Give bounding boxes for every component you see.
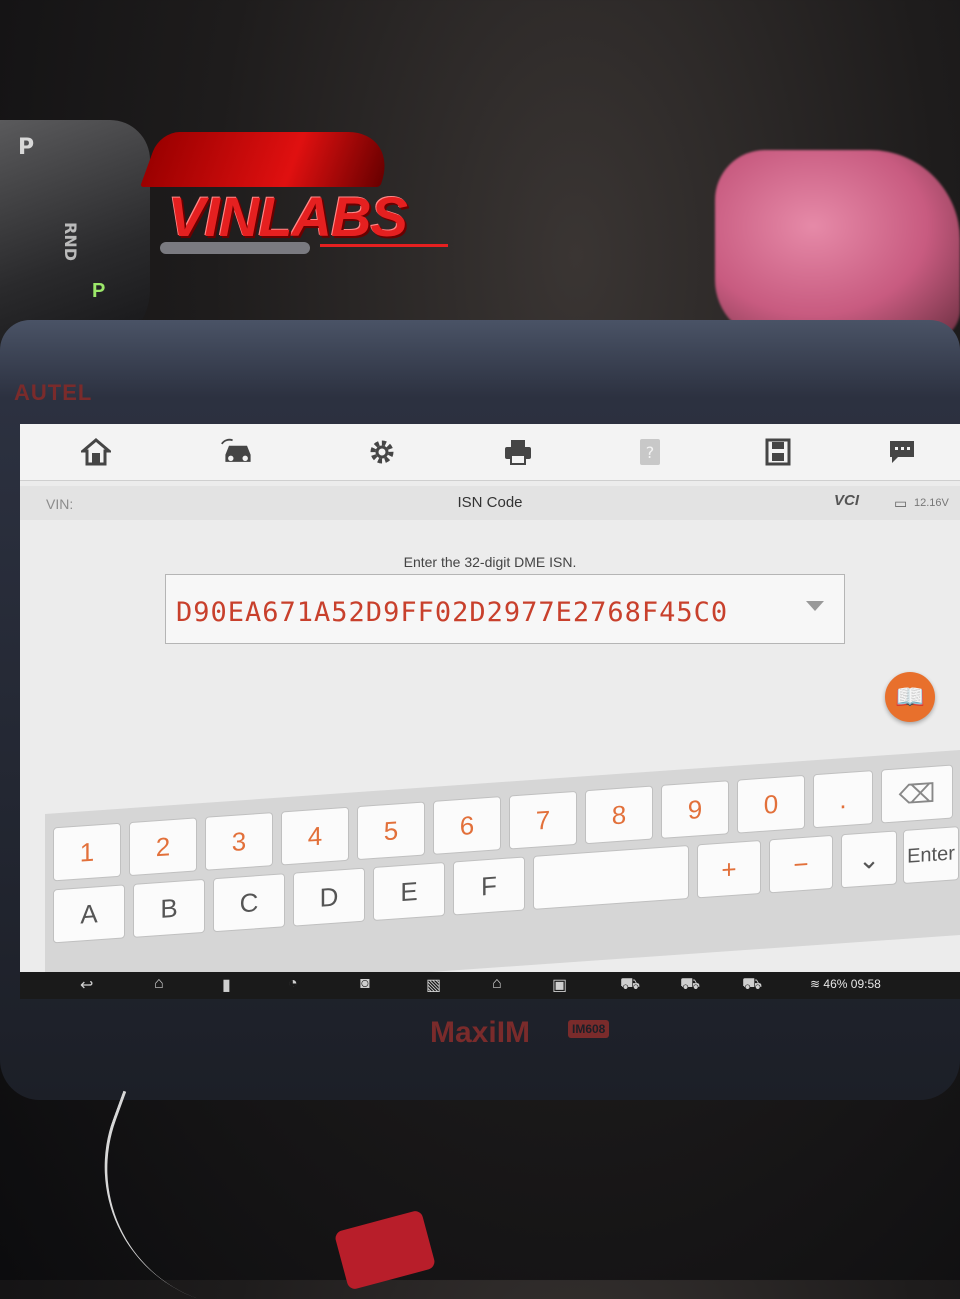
top-toolbar: ?	[20, 424, 960, 481]
key-d[interactable]: D	[293, 867, 365, 927]
gear-letters: RND	[61, 222, 80, 261]
clock: 09:58	[850, 977, 881, 991]
hide-keyboard-key[interactable]: ⌄	[841, 830, 897, 889]
vehicle-swap-icon[interactable]	[220, 434, 256, 470]
key-4[interactable]: 4	[281, 806, 349, 866]
car-check-icon[interactable]: ⛟	[620, 975, 640, 995]
usb-cable	[65, 1090, 258, 1299]
page-title: ISN Code	[457, 494, 523, 511]
voltage-reading: 12.16V	[914, 497, 949, 509]
isn-input[interactable]: D90EA671A52D9FF02D2977E2768F45C0	[165, 574, 845, 644]
save-icon[interactable]	[760, 434, 796, 470]
key-2[interactable]: 2	[129, 817, 197, 877]
battery-icon: ▭	[894, 495, 908, 511]
logo-underline	[320, 244, 448, 247]
backspace-key[interactable]: ⌫	[881, 764, 953, 824]
key-3[interactable]: 3	[205, 812, 273, 871]
key-6[interactable]: 6	[433, 796, 501, 855]
chevron-down-icon: ⌄	[858, 843, 880, 875]
dropdown-arrow-icon[interactable]	[806, 601, 824, 611]
autel-brand: AUTEL	[14, 380, 93, 405]
vci-status: VCI	[834, 492, 860, 509]
home-app-icon[interactable]: ⌂	[492, 975, 502, 993]
gear-selected-light: P	[92, 280, 106, 302]
browser-icon[interactable]: ◔	[288, 975, 298, 993]
settings-icon[interactable]	[364, 434, 400, 470]
info-book-icon: 📖	[895, 683, 925, 711]
subheader-bar: VIN: ISN Code VCI ▭ 12.16V	[20, 486, 960, 520]
key-plus[interactable]: +	[697, 839, 761, 899]
vinlabs-logo: VINLABS	[139, 132, 450, 262]
isn-input-value: D90EA671A52D9FF02D2977E2768F45C0	[176, 597, 729, 628]
home-nav-icon[interactable]: ⌂	[154, 975, 164, 993]
key-dot[interactable]: .	[813, 770, 873, 829]
key-b[interactable]: B	[133, 878, 205, 938]
info-book-button[interactable]: 📖	[885, 672, 935, 722]
enter-key[interactable]: Enter	[903, 826, 959, 885]
key-7[interactable]: 7	[509, 790, 577, 850]
key-a[interactable]: A	[53, 884, 125, 944]
print-icon[interactable]	[500, 434, 536, 470]
help-icon: ?	[632, 434, 668, 470]
pink-cloth	[715, 150, 960, 340]
red-connector	[333, 1209, 437, 1291]
key-1[interactable]: 1	[53, 822, 121, 882]
on-screen-keyboard: 1 2 3 4 5 6 7 8 9 0 . ⌫ A B C D E F + − …	[45, 750, 960, 999]
back-icon[interactable]: ↩	[80, 975, 93, 995]
model-badge: IM608	[568, 1020, 610, 1038]
wifi-icon: ≋	[810, 977, 821, 991]
vci-nav-icon[interactable]: ▣	[552, 975, 567, 995]
camera-icon[interactable]: ◙	[360, 975, 370, 993]
key-9[interactable]: 9	[661, 780, 729, 839]
key-minus[interactable]: −	[769, 834, 833, 894]
key-5[interactable]: 5	[357, 801, 425, 861]
recent-apps-icon[interactable]: ▮	[222, 975, 231, 995]
display-icon[interactable]: ▧	[426, 975, 441, 995]
android-navbar: ↩ ⌂ ▮ ◔ ◙ ▧ ⌂ ▣ ⛟ ⛟ ⛟ ≋ 46% 09:58	[20, 972, 960, 999]
key-e[interactable]: E	[373, 862, 445, 922]
gear-indicator: P	[18, 135, 35, 160]
feedback-icon[interactable]	[884, 434, 920, 470]
home-icon[interactable]	[78, 434, 114, 470]
logo-text: VINLABS	[168, 185, 408, 248]
key-c[interactable]: C	[213, 873, 285, 933]
svg-text:?: ?	[646, 443, 655, 462]
device-screen: ? VIN: ISN Code VCI ▭ 12.16V Enter the 3…	[20, 424, 960, 999]
key-8[interactable]: 8	[585, 785, 653, 845]
key-0[interactable]: 0	[737, 774, 805, 834]
logo-swoosh	[139, 132, 401, 187]
car-user-icon[interactable]: ⛟	[742, 975, 762, 995]
battery-percent: 46%	[823, 977, 848, 991]
car-icon[interactable]: ⛟	[680, 975, 700, 995]
status-bar: ≋ 46% 09:58	[810, 977, 881, 991]
backspace-icon: ⌫	[898, 777, 936, 810]
key-f[interactable]: F	[453, 856, 525, 916]
isn-prompt: Enter the 32-digit DME ISN.	[403, 554, 577, 570]
space-key[interactable]	[533, 844, 689, 910]
maxiim-brand: MaxiIM	[430, 1016, 531, 1049]
